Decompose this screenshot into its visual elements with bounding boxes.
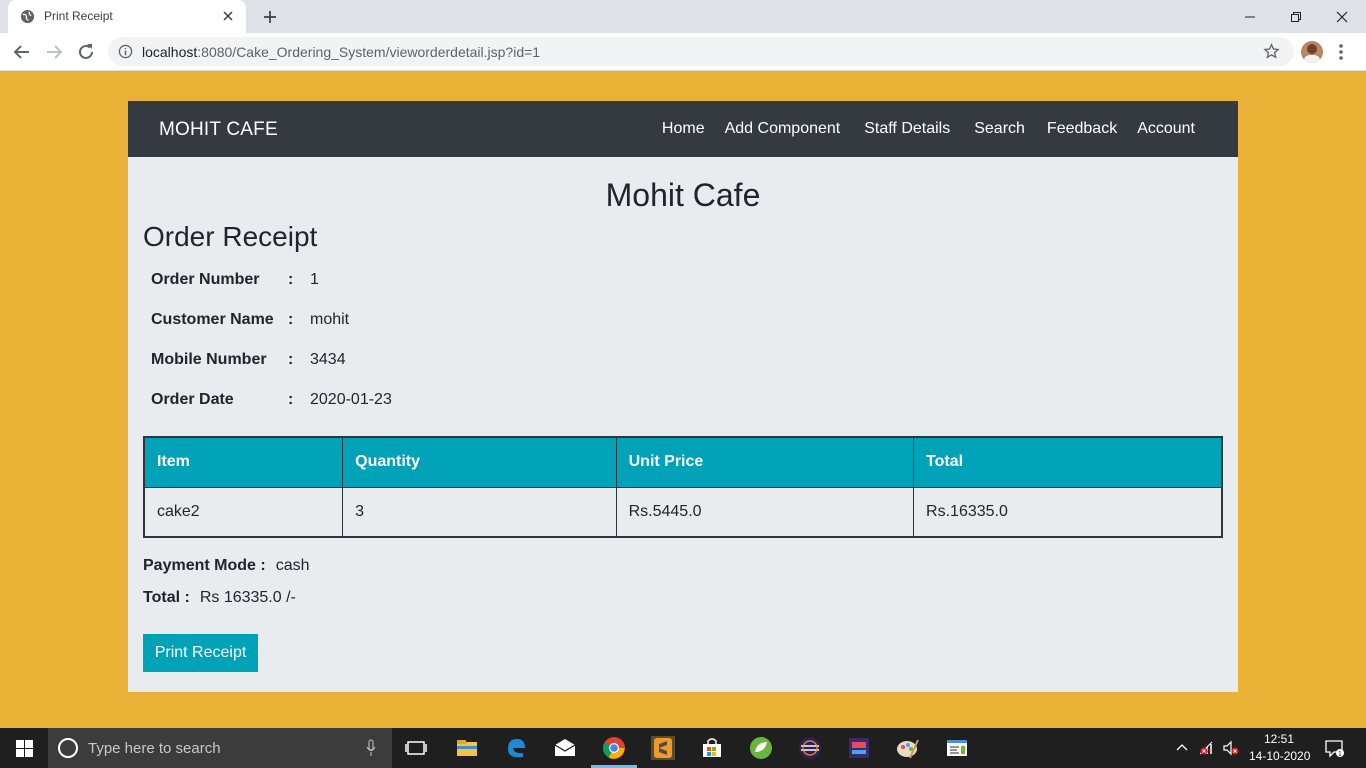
colon: : <box>288 311 294 328</box>
total-row: Total : Rs 16335.0 /- <box>143 589 296 607</box>
navbar-brand[interactable]: MOHIT CAFE <box>159 119 278 141</box>
chevron-up-icon[interactable] <box>1176 742 1188 752</box>
order-number-value: 1 <box>310 271 319 288</box>
minimize-icon <box>1245 16 1255 18</box>
cell-quantity: 3 <box>342 486 617 538</box>
nav-link-search[interactable]: Search <box>974 120 1025 138</box>
url-path: :8080/Cake_Ordering_System/vieworderdeta… <box>197 44 541 60</box>
new-tab-icon[interactable] <box>260 7 280 27</box>
browser-toolbar: localhost:8080/Cake_Ordering_System/view… <box>0 33 1366 71</box>
receipt-card: MOHIT CAFE Home Add Component Staff Deta… <box>128 101 1238 692</box>
column-header-total: Total <box>913 436 1224 488</box>
order-date-value: 2020-01-23 <box>310 391 392 408</box>
print-receipt-button[interactable]: Print Receipt <box>143 634 258 672</box>
nav-link-account[interactable]: Account <box>1137 120 1195 138</box>
address-bar[interactable]: localhost:8080/Cake_Ordering_System/view… <box>108 37 1294 66</box>
url-text: localhost:8080/Cake_Ordering_System/view… <box>142 44 540 60</box>
payment-mode-row: Payment Mode : cash <box>143 557 309 575</box>
clock-date[interactable]: 14-10-2020 <box>1249 749 1310 763</box>
reload-icon[interactable] <box>75 41 97 63</box>
paint-icon[interactable] <box>896 736 920 760</box>
table-row: cake2 3 Rs.5445.0 Rs.16335.0 <box>143 486 1224 538</box>
spring-tool-icon[interactable] <box>749 736 773 760</box>
mobile-number-label: Mobile Number <box>151 351 267 368</box>
close-window-button[interactable] <box>1319 4 1365 30</box>
site-navbar: MOHIT CAFE Home Add Component Staff Deta… <box>128 101 1238 157</box>
colon: : <box>288 391 294 408</box>
nav-links: Home Add Component Staff Details Search … <box>642 120 1195 138</box>
clock-time[interactable]: 12:51 <box>1264 732 1294 746</box>
windows-taskbar: Type here to search 12:51 14-10-2020 1 <box>0 728 1366 768</box>
restore-icon <box>1291 12 1301 22</box>
svg-text:1: 1 <box>1338 751 1342 758</box>
mail-icon[interactable] <box>553 736 577 760</box>
avatar-icon <box>1304 44 1320 63</box>
back-arrow-icon[interactable] <box>11 41 33 63</box>
browser-tab[interactable]: Print Receipt <box>8 0 246 33</box>
network-icon[interactable] <box>1198 740 1216 756</box>
notifications-icon[interactable]: 1 <box>1324 738 1344 758</box>
store-icon[interactable] <box>700 736 724 760</box>
browser-tab-strip: Print Receipt <box>0 0 1366 33</box>
column-header-item: Item <box>143 436 344 488</box>
nav-link-home[interactable]: Home <box>662 120 705 138</box>
restore-button[interactable] <box>1273 4 1319 30</box>
colon: : <box>288 351 294 368</box>
tab-title: Print Receipt <box>44 9 113 23</box>
mobile-number-value: 3434 <box>310 351 346 368</box>
close-icon <box>1336 11 1348 23</box>
total-label: Total : <box>143 589 190 606</box>
edge-browser-icon[interactable] <box>504 736 528 760</box>
order-number-label: Order Number <box>151 271 260 288</box>
info-icon[interactable] <box>118 44 133 59</box>
customer-name-label: Customer Name <box>151 311 274 328</box>
nav-link-add-component[interactable]: Add Component <box>725 120 841 138</box>
microphone-icon[interactable] <box>366 739 376 757</box>
chrome-icon[interactable] <box>602 736 626 760</box>
close-tab-icon[interactable] <box>220 8 236 24</box>
nav-link-staff-details[interactable]: Staff Details <box>864 120 950 138</box>
cell-unit-price: Rs.5445.0 <box>615 486 915 538</box>
globe-icon <box>20 9 35 24</box>
cortana-icon <box>58 738 78 758</box>
forward-arrow-icon[interactable] <box>43 41 65 63</box>
ide-icon[interactable] <box>847 736 871 760</box>
taskbar-search-box[interactable]: Type here to search <box>48 728 392 768</box>
sublime-text-icon[interactable] <box>651 736 675 760</box>
task-view-icon[interactable] <box>404 736 428 760</box>
cell-item: cake2 <box>143 486 344 538</box>
cell-total: Rs.16335.0 <box>913 486 1224 538</box>
url-host: localhost <box>142 44 198 60</box>
eclipse-icon[interactable] <box>798 736 822 760</box>
file-explorer-icon[interactable] <box>455 736 479 760</box>
start-button[interactable] <box>0 728 48 768</box>
nav-link-feedback[interactable]: Feedback <box>1047 120 1117 138</box>
windows-logo-icon <box>16 740 33 757</box>
order-items-table: Item Quantity Unit Price Total cake2 3 R… <box>143 436 1224 538</box>
notepad-app-icon[interactable] <box>945 736 969 760</box>
column-header-quantity: Quantity <box>342 436 617 488</box>
more-menu-icon[interactable] <box>1338 43 1344 61</box>
volume-muted-icon[interactable] <box>1222 740 1240 756</box>
cafe-title: Mohit Cafe <box>605 177 761 213</box>
bookmark-star-icon[interactable] <box>1263 43 1280 60</box>
customer-name-value: mohit <box>310 311 350 328</box>
column-header-unit-price: Unit Price <box>615 436 915 488</box>
payment-mode-value: cash <box>275 557 310 574</box>
table-header-row: Item Quantity Unit Price Total <box>143 436 1224 488</box>
payment-mode-label: Payment Mode : <box>143 557 266 574</box>
minimize-button[interactable] <box>1227 4 1273 30</box>
receipt-title: Order Receipt <box>143 221 318 252</box>
taskbar-search-placeholder: Type here to search <box>88 740 221 757</box>
colon: : <box>288 271 294 288</box>
profile-avatar[interactable] <box>1301 41 1323 63</box>
order-date-label: Order Date <box>151 391 234 408</box>
total-value: Rs 16335.0 /- <box>199 589 296 606</box>
